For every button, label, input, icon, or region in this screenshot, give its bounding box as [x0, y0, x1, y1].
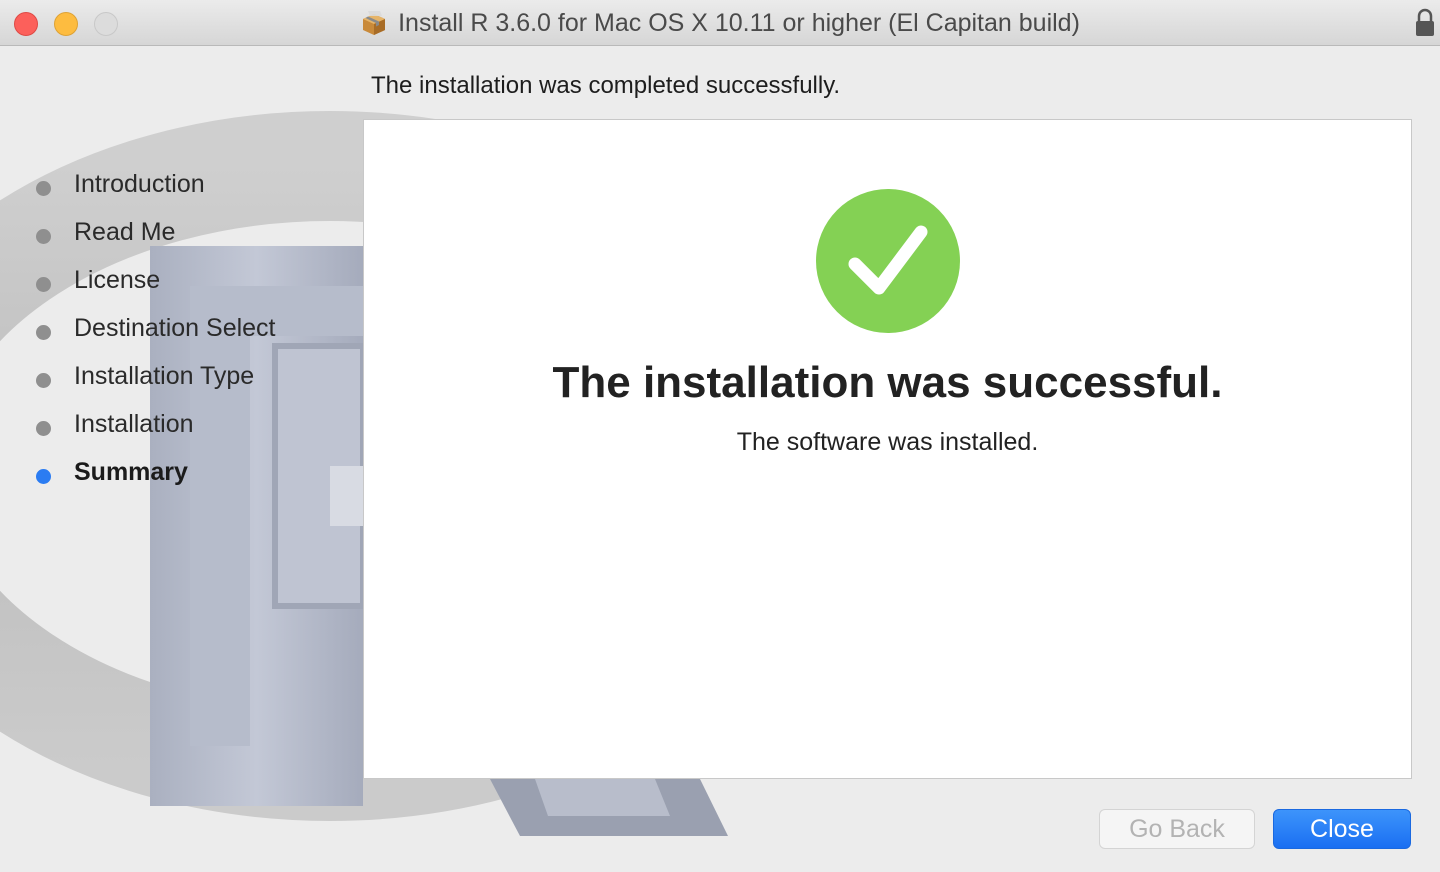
step-destination-select: Destination Select	[36, 304, 276, 352]
success-title: The installation was successful.	[552, 358, 1223, 407]
step-label: Installation Type	[74, 361, 255, 390]
package-icon	[363, 11, 386, 35]
step-introduction: Introduction	[36, 160, 276, 208]
step-indicator-dot	[36, 420, 51, 436]
installer-window: Install R 3.6.0 for Mac OS X 10.11 or hi…	[0, 0, 1440, 872]
step-indicator-dot	[36, 180, 51, 196]
step-installation-type: Installation Type	[36, 352, 276, 400]
step-indicator-dot	[36, 372, 51, 388]
go-back-button[interactable]: Go Back	[1099, 809, 1255, 849]
step-label: Summary	[74, 457, 188, 486]
step-indicator-dot	[36, 228, 51, 244]
step-label: License	[74, 265, 161, 294]
header-message: The installation was completed successfu…	[371, 72, 841, 99]
step-label: Introduction	[74, 169, 205, 198]
step-summary: Summary	[36, 448, 276, 496]
content-panel: The installation was successful. The sof…	[363, 119, 1412, 779]
step-indicator-dot-active	[36, 468, 51, 484]
step-label: Installation	[74, 409, 194, 438]
checkmark-circle-icon	[816, 189, 960, 333]
step-label: Destination Select	[74, 313, 276, 342]
step-license: License	[36, 256, 276, 304]
step-list: Introduction Read Me License Destination…	[36, 160, 276, 496]
success-subtitle: The software was installed.	[736, 428, 1039, 456]
title-bar: Install R 3.6.0 for Mac OS X 10.11 or hi…	[0, 0, 1440, 46]
step-read-me: Read Me	[36, 208, 276, 256]
step-label: Read Me	[74, 217, 176, 246]
window-title: Install R 3.6.0 for Mac OS X 10.11 or hi…	[398, 8, 1080, 37]
close-button[interactable]: Close	[1273, 809, 1411, 849]
lock-icon[interactable]	[1414, 8, 1436, 38]
step-indicator-dot	[36, 324, 51, 340]
window-title-group: Install R 3.6.0 for Mac OS X 10.11 or hi…	[0, 0, 1440, 46]
step-installation: Installation	[36, 400, 276, 448]
step-indicator-dot	[36, 276, 51, 292]
